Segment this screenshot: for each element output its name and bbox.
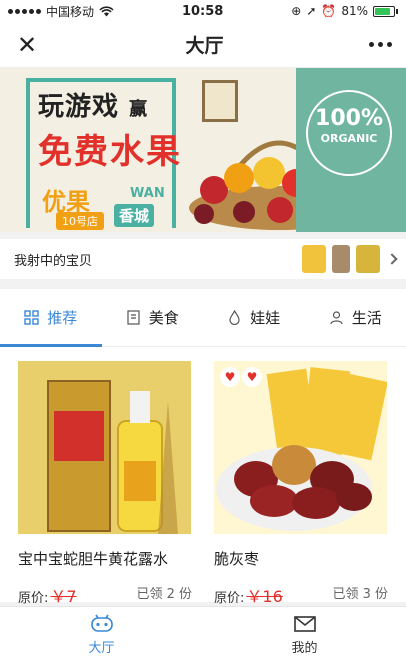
- store-badge: 10号店: [56, 212, 104, 230]
- product-name: 宝中宝蛇胆牛黄花露水: [18, 550, 169, 568]
- battery-percent: 81%: [341, 4, 368, 18]
- tabbar-label: 我的: [291, 640, 318, 656]
- nav-bar: ✕ 大厅: [0, 22, 406, 68]
- product-name: 脆灰枣: [214, 550, 260, 568]
- product-footer: 原价: ￥7 已领 2 份: [18, 583, 192, 607]
- wifi-icon: [99, 5, 114, 16]
- location-icon: ➚: [306, 4, 317, 18]
- food-icon: [127, 310, 140, 325]
- product-footer: 原价: ￥16 已领 3 份: [214, 583, 388, 607]
- claimed-count: 已领 2 份: [136, 587, 192, 602]
- perfume-illustration: [18, 361, 191, 534]
- original-price: ￥7: [50, 587, 77, 606]
- bottom-tab-bar: 大厅 我的: [0, 606, 406, 662]
- tab-life[interactable]: 生活: [305, 289, 406, 346]
- signal-icon: [8, 8, 41, 14]
- prize-thumbnail: [302, 245, 326, 273]
- status-time: 10:58: [181, 3, 224, 19]
- close-icon[interactable]: ✕: [14, 31, 40, 59]
- claimed-count: 已领 3 份: [332, 587, 388, 602]
- organic-seal: 100% ORGANIC: [306, 90, 392, 176]
- status-bar: 中国移动 10:58 ⊕ ➚ ⏰ 81%: [0, 0, 406, 22]
- banner-line1: 玩游戏 赢: [38, 92, 149, 122]
- product-grid: ♥ 宝中宝蛇胆牛黄花露水 原价:￥7 已领 2 份: [0, 347, 406, 606]
- category-tabs: 推荐 美食 娃娃 生活: [0, 289, 406, 347]
- mail-icon: [293, 615, 316, 632]
- tab-label: 娃娃: [250, 309, 281, 327]
- tab-dolls[interactable]: 娃娃: [203, 289, 305, 346]
- tabbar-label: 大厅: [88, 640, 115, 656]
- flame-icon: [229, 310, 240, 325]
- prize-thumbnail: [332, 245, 350, 273]
- battery-level: [375, 7, 390, 15]
- tab-label: 生活: [351, 309, 382, 327]
- my-prizes-row[interactable]: 我射中的宝贝: [0, 239, 406, 279]
- wall-picture: [202, 80, 238, 122]
- product-image: ♥: [18, 361, 191, 534]
- more-icon[interactable]: [368, 42, 392, 47]
- person-icon: [330, 311, 343, 325]
- banner-wan: WAN: [130, 186, 165, 201]
- tab-food[interactable]: 美食: [102, 289, 204, 346]
- product-image: ♥ ♥: [214, 361, 387, 534]
- grid-icon: [24, 310, 39, 325]
- page-title: 大厅: [185, 35, 224, 57]
- banner-city: 香城: [114, 204, 155, 227]
- price-label: 原价:: [18, 591, 49, 606]
- product-card[interactable]: ♥ 宝中宝蛇胆牛黄花露水 原价:￥7 已领 2 份: [18, 361, 192, 606]
- alarm-icon: ⏰: [321, 4, 337, 18]
- carrier-label: 中国移动: [46, 4, 95, 19]
- tabbar-lobby[interactable]: 大厅: [0, 607, 203, 662]
- heart-icon: ♥: [220, 367, 240, 387]
- tab-label: 美食: [148, 309, 179, 327]
- tabbar-mine[interactable]: 我的: [203, 607, 406, 662]
- heart-icon: ♥: [242, 367, 262, 387]
- chevron-right-icon: [386, 253, 398, 265]
- my-prizes-label: 我射中的宝贝: [14, 253, 93, 269]
- game-controller-icon: [90, 614, 113, 632]
- battery-icon: [373, 5, 398, 17]
- price-label: 原价:: [214, 591, 245, 606]
- tab-label: 推荐: [47, 309, 78, 327]
- prize-thumbnails: [302, 245, 380, 273]
- product-card[interactable]: ♥ ♥ 脆灰枣 原价: ￥16 已领 3 份: [214, 361, 388, 606]
- prize-thumbnail: [356, 245, 380, 273]
- dates-illustration: [214, 361, 387, 534]
- banner-line2: 免费水果: [38, 132, 182, 172]
- lock-rotation-icon: ⊕: [291, 4, 302, 18]
- original-price: ￥16: [246, 587, 283, 606]
- promo-banner[interactable]: 玩游戏 赢 免费水果 优果 10号店 WAN 香城 100% ORGANIC: [0, 68, 406, 232]
- tab-recommend[interactable]: 推荐: [0, 289, 102, 347]
